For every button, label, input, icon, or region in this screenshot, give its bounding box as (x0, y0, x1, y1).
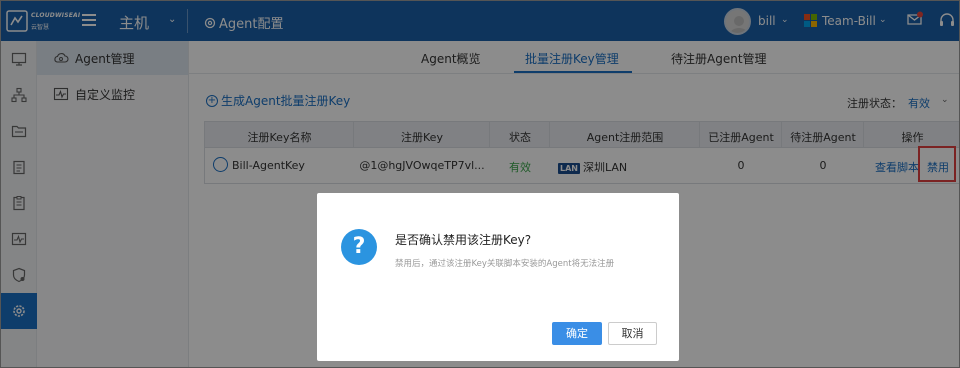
cancel-button[interactable]: 取消 (608, 322, 657, 345)
confirm-dialog: ? 是否确认禁用该注册Key? 禁用后，通过该注册Key关联脚本安装的Agent… (317, 193, 679, 361)
dialog-title: 是否确认禁用该注册Key? (395, 233, 532, 247)
confirm-button[interactable]: 确定 (552, 322, 602, 345)
dialog-description: 禁用后，通过该注册Key关联脚本安装的Agent将无法注册 (395, 259, 615, 269)
app-window: CLOUDWISEAI 云智慧 主机 ⌄ Agent配置 bill ⌄ Team… (0, 0, 960, 368)
question-icon: ? (341, 229, 377, 265)
